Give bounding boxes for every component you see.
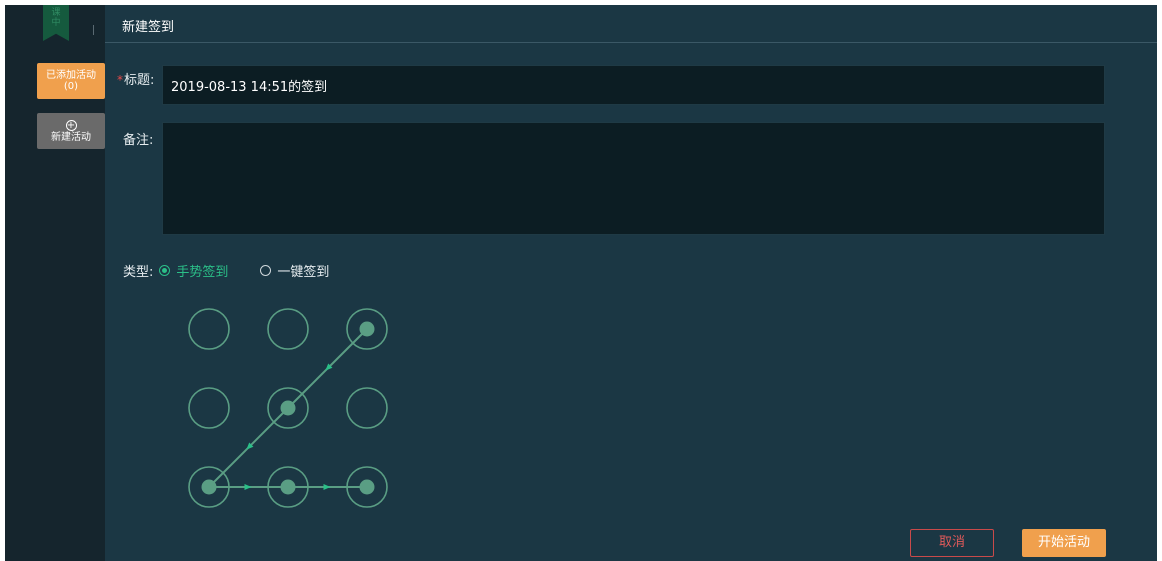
remark-label: 备注: xyxy=(123,133,154,148)
title-label: 标题: xyxy=(124,73,155,88)
added-activities-label: 已添加活动 xyxy=(46,70,96,81)
app-window: 课 中 已添加活动 (0) + 新建活动 新建签到 *标题: 备注: 类型: 手… xyxy=(5,5,1157,561)
gesture-node-dot xyxy=(359,479,375,495)
type-selector: 类型: 手势签到 一键签到 xyxy=(123,261,329,280)
added-activities-button[interactable]: 已添加活动 (0) xyxy=(37,63,105,99)
added-activities-count: (0) xyxy=(63,81,79,92)
gesture-node-dot xyxy=(359,321,375,337)
sidebar: 课 中 已添加活动 (0) + 新建活动 xyxy=(5,5,105,561)
radio-gesture-label: 手势签到 xyxy=(176,264,229,280)
gesture-node[interactable] xyxy=(346,387,388,429)
new-activity-label: 新建活动 xyxy=(51,131,91,143)
cancel-button[interactable]: 取消 xyxy=(910,529,994,557)
logo-char: 中 xyxy=(51,18,61,28)
gesture-arrow-icon xyxy=(244,484,252,490)
logo: 课 中 xyxy=(43,5,69,41)
gesture-node-dot xyxy=(201,479,217,495)
gesture-pad[interactable] xyxy=(180,300,400,520)
radio-one-click-signin[interactable]: 一键签到 xyxy=(260,261,329,280)
title-input[interactable] xyxy=(162,65,1105,105)
plus-circle-icon: + xyxy=(65,119,77,131)
radio-gesture-signin[interactable]: 手势签到 xyxy=(159,261,228,280)
logo-char: 课 xyxy=(51,8,61,18)
remark-input[interactable] xyxy=(162,122,1105,235)
gesture-arrow-icon xyxy=(323,484,331,490)
gesture-node-dot xyxy=(280,400,296,416)
page-title: 新建签到 xyxy=(122,20,175,35)
gesture-node[interactable] xyxy=(188,308,230,350)
divider xyxy=(93,25,94,35)
radio-checked-icon xyxy=(159,264,171,276)
type-label: 类型: xyxy=(123,264,154,280)
new-activity-button[interactable]: + 新建活动 xyxy=(37,113,105,149)
title-label-wrap: *标题: xyxy=(117,69,154,88)
gesture-node-dot xyxy=(280,479,296,495)
header: 新建签到 xyxy=(105,5,1157,43)
radio-unchecked-icon xyxy=(260,264,272,276)
radio-one-click-label: 一键签到 xyxy=(277,264,330,280)
start-activity-button[interactable]: 开始活动 xyxy=(1022,529,1106,557)
gesture-node[interactable] xyxy=(267,308,309,350)
required-mark: * xyxy=(117,73,123,87)
gesture-node[interactable] xyxy=(188,387,230,429)
